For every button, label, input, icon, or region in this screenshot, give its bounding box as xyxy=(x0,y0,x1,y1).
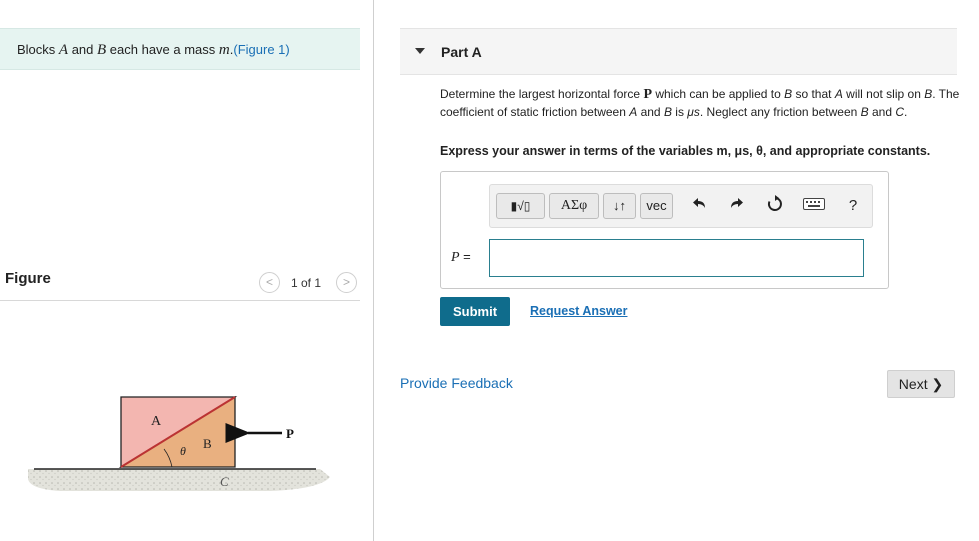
var-b: B xyxy=(663,104,672,119)
question-fragment: so that xyxy=(792,87,835,101)
question-fragment: is xyxy=(671,104,688,119)
answer-box: ▮√▯ ΑΣφ ↓↑ vec ? P = xyxy=(440,171,889,289)
question-fragment: and xyxy=(637,104,664,119)
question-fragment: . Neglect any friction between xyxy=(699,104,861,119)
var-a: A xyxy=(834,87,843,101)
vector-button[interactable]: vec xyxy=(640,193,673,219)
question-fragment: which can be applied to xyxy=(652,87,785,101)
next-button[interactable]: Next ❯ xyxy=(887,370,955,398)
left-pane: Blocks A and B each have a mass m.(Figur… xyxy=(0,0,373,541)
answer-instruction: Express your answer in terms of the vari… xyxy=(440,144,931,158)
pane-divider xyxy=(373,0,374,541)
help-icon[interactable]: ? xyxy=(842,195,864,217)
label-c: C xyxy=(220,474,229,489)
request-answer-link[interactable]: Request Answer xyxy=(530,304,627,318)
label-b: B xyxy=(203,436,212,451)
reset-icon[interactable] xyxy=(764,195,786,217)
question-fragment: . xyxy=(904,104,908,119)
question-fragment: will not slip on xyxy=(842,87,925,101)
figure-diagram: A θ B C P xyxy=(28,395,330,491)
figure-title: Figure xyxy=(5,270,51,287)
template-button[interactable]: ▮√▯ xyxy=(496,193,545,219)
var-a: A xyxy=(58,42,69,58)
caret-down-icon[interactable] xyxy=(415,48,425,54)
var-c: C xyxy=(895,104,905,119)
part-a-header[interactable]: Part A xyxy=(400,28,957,75)
part-title: Part A xyxy=(441,44,482,60)
math-toolbar: ▮√▯ ΑΣφ ↓↑ vec ? xyxy=(489,184,873,228)
keyboard-icon[interactable] xyxy=(801,195,827,217)
var-b: B xyxy=(784,87,793,101)
answer-input[interactable] xyxy=(489,239,864,277)
var-m: m xyxy=(218,42,230,58)
prev-figure-button[interactable]: < xyxy=(259,272,280,293)
figure-header: Figure < 1 of 1 > xyxy=(0,262,360,301)
submit-button[interactable]: Submit xyxy=(440,297,510,326)
figure-link[interactable]: (Figure 1) xyxy=(233,42,289,57)
label-a: A xyxy=(151,414,162,429)
var-b: B xyxy=(860,104,869,119)
redo-icon[interactable] xyxy=(725,195,747,217)
question-fragment: Determine the largest horizontal force xyxy=(440,87,644,101)
question-fragment: and xyxy=(868,104,896,119)
answer-equals: = xyxy=(459,249,471,264)
var-mu-s: μs xyxy=(687,104,700,119)
provide-feedback-link[interactable]: Provide Feedback xyxy=(400,375,513,391)
problem-statement: Blocks A and B each have a mass m.(Figur… xyxy=(0,28,360,70)
problem-text: Blocks xyxy=(17,42,59,57)
figure-page-count: 1 of 1 xyxy=(291,276,322,290)
greek-symbols-button[interactable]: ΑΣφ xyxy=(549,193,599,219)
problem-text: and xyxy=(68,42,97,57)
var-b: B xyxy=(97,42,107,58)
answer-var: P xyxy=(451,250,460,265)
undo-icon[interactable] xyxy=(689,195,711,217)
ground-surface xyxy=(28,469,330,491)
var-p: P xyxy=(643,87,652,102)
label-p: P xyxy=(286,426,294,441)
problem-text: each have a mass xyxy=(106,42,219,57)
next-figure-button[interactable]: > xyxy=(336,272,357,293)
arrows-button[interactable]: ↓↑ xyxy=(603,193,636,219)
answer-label: P = xyxy=(451,249,471,266)
question-text: Determine the largest horizontal force P… xyxy=(440,86,960,120)
label-theta: θ xyxy=(180,444,186,458)
